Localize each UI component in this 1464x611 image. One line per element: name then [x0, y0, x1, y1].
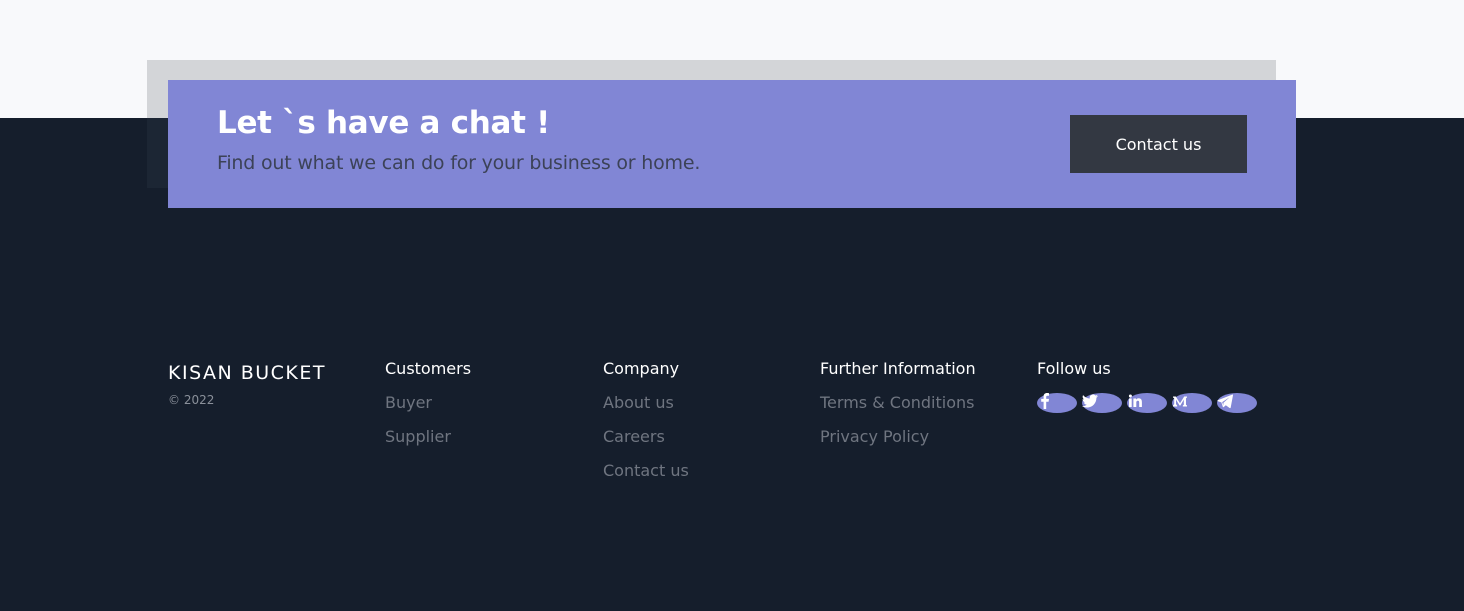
cta-title: Let `s have a chat ! — [217, 105, 550, 141]
contact-us-button[interactable]: Contact us — [1070, 115, 1247, 173]
cta-banner: Let `s have a chat ! Find out what we ca… — [168, 80, 1296, 208]
cta-subtitle: Find out what we can do for your busines… — [217, 152, 701, 174]
footer-link-careers[interactable]: Careers — [603, 427, 689, 447]
facebook-icon[interactable] — [1037, 393, 1077, 413]
footer-link-about-us[interactable]: About us — [603, 393, 689, 413]
twitter-icon[interactable] — [1082, 393, 1122, 413]
footer-link-terms[interactable]: Terms & Conditions — [820, 393, 976, 413]
footer-link-supplier[interactable]: Supplier — [385, 427, 471, 447]
social-links — [1037, 393, 1257, 427]
footer-link-contact-us[interactable]: Contact us — [603, 461, 689, 481]
footer-link-privacy-policy[interactable]: Privacy Policy — [820, 427, 976, 447]
footer-column-company: Company About us Careers Contact us — [603, 359, 689, 495]
footer-link-buyer[interactable]: Buyer — [385, 393, 471, 413]
column-heading: Company — [603, 359, 680, 378]
footer-column-follow-us: Follow us — [1037, 359, 1257, 427]
copyright: © 2022 — [168, 393, 215, 407]
footer-column-customers: Customers Buyer Supplier — [385, 359, 471, 461]
footer-column-further-information: Further Information Terms & Conditions P… — [820, 359, 976, 461]
telegram-icon[interactable] — [1217, 393, 1257, 413]
medium-icon[interactable] — [1172, 393, 1212, 413]
column-heading: Further Information — [820, 359, 976, 378]
linkedin-icon[interactable] — [1127, 393, 1167, 413]
column-heading: Customers — [385, 359, 472, 378]
column-heading: Follow us — [1037, 359, 1111, 378]
brand-logo[interactable]: KISAN BUCKET — [168, 362, 326, 384]
